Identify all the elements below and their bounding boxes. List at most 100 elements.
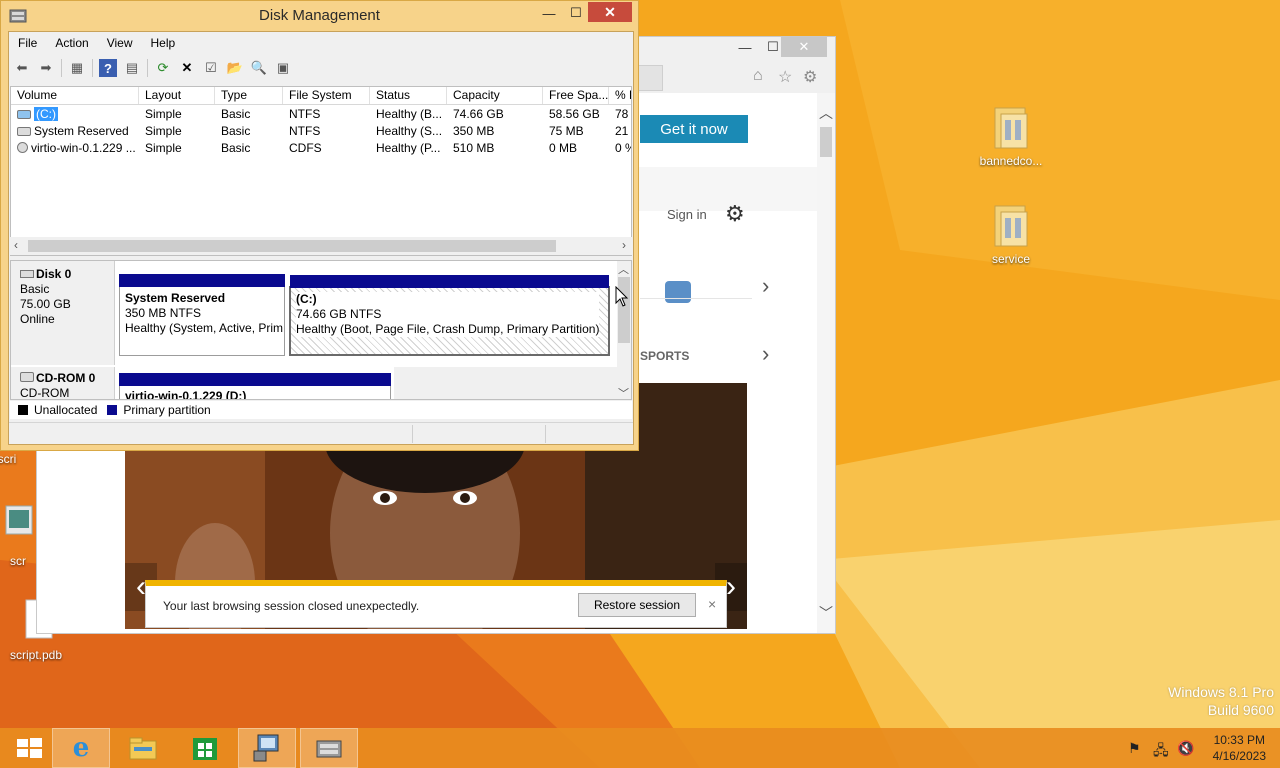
volume-capacity: 350 MB	[453, 124, 495, 138]
partition-system-reserved[interactable]: System Reserved 350 MB NTFS Healthy (Sys…	[119, 274, 285, 356]
menu-help[interactable]: Help	[142, 36, 185, 50]
volume-row[interactable]: (C:) Simple Basic NTFS Healthy (B... 74.…	[11, 106, 631, 123]
volume-name: System Reserved	[34, 124, 129, 138]
volume-file-system: CDFS	[289, 141, 322, 155]
toolbar-separator	[61, 59, 62, 77]
column-header-percent-free[interactable]: % F	[609, 87, 631, 104]
back-arrow-icon[interactable]: ⬅	[13, 59, 31, 77]
home-icon[interactable]: ⌂	[753, 67, 763, 85]
folder-icon	[991, 202, 1031, 248]
browser-vertical-scrollbar[interactable]: ︿ ﹀	[817, 93, 835, 633]
close-button[interactable]: ✕	[781, 37, 827, 57]
column-header-capacity[interactable]: Capacity	[447, 87, 543, 104]
column-header-free-space[interactable]: Free Spa...	[543, 87, 609, 104]
taskbar-clock[interactable]: 10:33 PM 4/16/2023	[1213, 732, 1266, 764]
legend-unallocated-swatch	[18, 405, 28, 415]
volume-muted-icon[interactable]: 🔇	[1177, 740, 1194, 757]
volume-capacity: 510 MB	[453, 141, 495, 155]
scroll-up-icon[interactable]: ︿	[819, 103, 833, 123]
menu-view[interactable]: View	[98, 36, 142, 50]
gear-icon[interactable]: ⚙	[725, 201, 745, 227]
scroll-down-icon[interactable]: ﹀	[618, 385, 629, 399]
volume-free-space: 0 MB	[549, 141, 578, 155]
menu-action[interactable]: Action	[46, 36, 97, 50]
volume-type: Basic	[221, 124, 251, 138]
disk-0-label[interactable]: Disk 0 Basic 75.00 GB Online	[11, 261, 115, 365]
windows-logo-icon	[17, 738, 42, 758]
volume-row[interactable]: System Reserved Simple Basic NTFS Health…	[11, 123, 631, 140]
properties-icon[interactable]: ▤	[123, 59, 141, 77]
disk-management-titlebar[interactable]: Disk Management — ☐ ✕	[1, 1, 638, 31]
disk-management-taskbar-button[interactable]	[300, 728, 358, 768]
graphical-view-scrollbar[interactable]: ︿ ﹀	[617, 261, 631, 399]
scroll-up-icon[interactable]: ︿	[618, 261, 629, 277]
windows-watermark: Windows 8.1 Pro Build 9600	[1168, 684, 1274, 718]
show-hide-console-tree-icon[interactable]: ▦	[68, 59, 86, 77]
settings-gear-icon[interactable]: ⚙	[803, 67, 817, 87]
minimize-button[interactable]: —	[731, 37, 759, 57]
menu-file[interactable]: File	[9, 36, 46, 50]
export-list-icon[interactable]: ▣	[274, 59, 292, 77]
internet-explorer-taskbar-button[interactable]: e	[52, 728, 110, 768]
scroll-right-icon[interactable]: ›	[622, 238, 626, 252]
column-header-volume[interactable]: Volume	[11, 87, 139, 104]
action-center-flag-icon[interactable]: ⚑	[1128, 740, 1141, 757]
restore-session-button[interactable]: Restore session	[578, 593, 696, 617]
disk-management-window: Disk Management — ☐ ✕ File Action View H…	[0, 0, 639, 451]
chevron-right-icon[interactable]: ›	[762, 273, 769, 299]
chevron-right-icon[interactable]: ›	[762, 341, 769, 367]
folder-icon	[991, 104, 1031, 150]
help-icon[interactable]: ?	[99, 59, 117, 77]
scroll-thumb[interactable]	[28, 240, 556, 252]
search-icon[interactable]: 🔍	[250, 59, 268, 77]
cdrom-name: CD-ROM 0	[36, 371, 96, 385]
volume-list-horizontal-scrollbar[interactable]: ‹ ›	[10, 237, 632, 255]
check-icon[interactable]: ☑	[202, 59, 220, 77]
partition-cdrom[interactable]: virtio-win-0.1.229 (D:)	[119, 373, 391, 399]
sign-in-link[interactable]: Sign in	[667, 207, 707, 222]
start-button[interactable]	[0, 728, 58, 768]
delete-icon[interactable]: ✕	[178, 59, 196, 77]
content-left-edge	[37, 513, 125, 633]
disk-state: Online	[20, 312, 55, 326]
column-header-type[interactable]: Type	[215, 87, 283, 104]
status-divider	[545, 425, 546, 443]
volume-type: Basic	[221, 107, 251, 121]
partition-primary-bar	[119, 274, 285, 287]
network-icon[interactable]: 🖧	[1153, 740, 1169, 764]
unused-area	[394, 367, 619, 399]
cd-drive-icon	[20, 372, 34, 382]
open-folder-icon[interactable]: 📂	[226, 59, 244, 77]
scroll-thumb[interactable]	[820, 127, 832, 157]
favorites-star-icon[interactable]: ☆	[778, 67, 792, 87]
disk-graphical-view: Disk 0 Basic 75.00 GB Online System Rese…	[10, 260, 632, 400]
column-header-file-system[interactable]: File System	[283, 87, 370, 104]
desktop-icon-service[interactable]: service	[971, 202, 1051, 266]
refresh-icon[interactable]: ⟳	[154, 59, 172, 77]
maximize-button[interactable]: ☐	[563, 3, 589, 23]
volume-free-space: 75 MB	[549, 124, 584, 138]
store-taskbar-button[interactable]	[176, 728, 234, 768]
scroll-down-icon[interactable]: ﹀	[819, 603, 833, 623]
toolbar-separator	[147, 59, 148, 77]
volume-status: Healthy (B...	[376, 107, 443, 121]
cd-drive-icon	[17, 142, 28, 153]
status-bar	[9, 422, 633, 444]
menu-bar: File Action View Help	[9, 32, 633, 54]
minimize-button[interactable]: —	[536, 3, 562, 23]
volume-free-space: 58.56 GB	[549, 107, 600, 121]
scroll-left-icon[interactable]: ‹	[14, 238, 18, 252]
column-header-layout[interactable]: Layout	[139, 87, 215, 104]
close-button[interactable]: ✕	[588, 2, 632, 22]
column-header-status[interactable]: Status	[370, 87, 447, 104]
remote-desktop-taskbar-button[interactable]	[238, 728, 296, 768]
close-notification-icon[interactable]: ×	[708, 596, 716, 612]
desktop-icon-bannedco[interactable]: bannedco...	[971, 104, 1051, 168]
partition-c-drive[interactable]: (C:) 74.66 GB NTFS Healthy (Boot, Page F…	[289, 275, 610, 356]
file-explorer-taskbar-button[interactable]	[114, 728, 172, 768]
get-it-now-button[interactable]: Get it now	[640, 115, 748, 143]
sports-heading[interactable]: SPORTS	[640, 349, 689, 363]
cdrom-0-label[interactable]: CD-ROM 0 CD-ROM	[11, 367, 115, 399]
volume-row[interactable]: virtio-win-0.1.229 ... Simple Basic CDFS…	[11, 140, 631, 157]
forward-arrow-icon[interactable]: ➡	[37, 59, 55, 77]
